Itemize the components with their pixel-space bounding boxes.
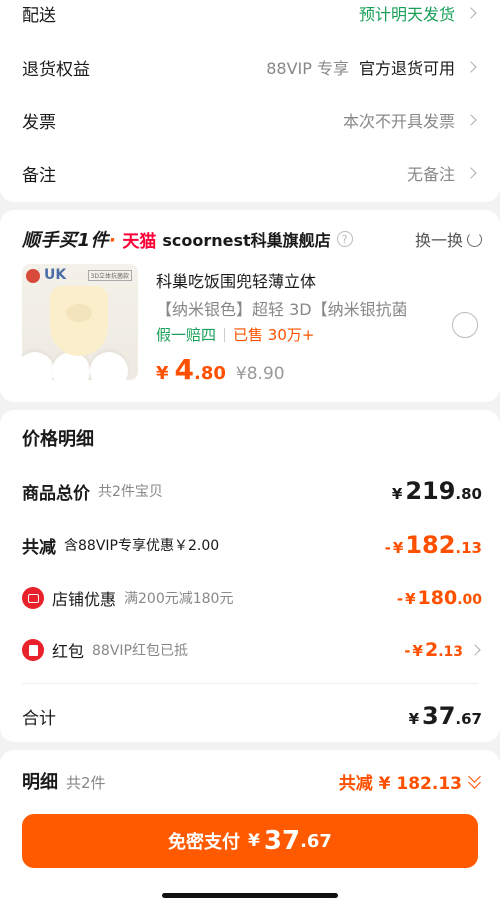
easy-buy-logo: 顺手买1件· [22, 230, 117, 251]
help-icon[interactable]: ? [336, 231, 353, 247]
pay-button[interactable]: 免密支付 ¥ 37 .67 [22, 814, 478, 868]
home-indicator[interactable] [162, 893, 338, 898]
shop-coupon-row[interactable]: 店铺优惠 满200元减180元 - ¥ 180 .00 [22, 586, 482, 610]
total-reduce-price: - ¥ 182 .13 [384, 531, 482, 559]
return-rights-row[interactable]: 退货权益 88VIP 专享 官方退货可用 [22, 52, 478, 82]
detail-toggle[interactable]: 明细 共2件 共减 ¥ 182.13 [22, 768, 482, 794]
note-row[interactable]: 备注 无备注 [22, 158, 478, 188]
goods-total-row: 商品总价 共2件宝贝 ¥ 219 .80 [22, 477, 482, 505]
swap-label: 换一换 [414, 231, 463, 250]
delivery-row[interactable]: 配送 预计明天发货 [22, 0, 478, 28]
guarantee-text: 假一赔四 [156, 326, 217, 344]
chevron-right-icon [465, 7, 477, 19]
sum-price: ¥ 37 .67 [408, 702, 482, 730]
detail-reduce-amount: 共减 ¥ 182.13 [338, 773, 462, 794]
thumb-brand: UK [44, 267, 67, 283]
chevron-right-icon [465, 61, 477, 73]
red-packet-row[interactable]: 红包 88VIP红包已抵 - ¥ 2 .13 [22, 638, 482, 662]
total-reduce-row: 共减 含88VIP专享优惠￥2.00 - ¥ 182 .13 [22, 531, 482, 559]
delivery-value: 预计明天发货 [358, 5, 455, 24]
vip-exclusive-text: 88VIP 专享 [266, 59, 349, 78]
invoice-value: 本次不开具发票 [342, 112, 455, 131]
return-rights-value: 官方退货可用 [358, 59, 455, 78]
price-detail-card [0, 410, 500, 742]
note-label: 备注 [22, 165, 56, 186]
tmall-logo: 天猫 [122, 231, 157, 252]
thumb-tag: 3D立体抗菌款 [87, 270, 132, 281]
invoice-label: 发票 [22, 112, 56, 133]
product-meta: 假一赔四 已售 30万+ [156, 324, 314, 345]
return-rights-label: 退货权益 [22, 59, 90, 80]
goods-total-price: ¥ 219 .80 [391, 477, 482, 505]
sum-row: 合计 ¥ 37 .67 [22, 702, 482, 730]
red-packet-price: - ¥ 2 .13 [404, 639, 463, 661]
product-thumbnail[interactable]: UK 3D立体抗菌款 [22, 264, 138, 380]
shop-name[interactable]: scoornest科巢旗舰店 [162, 227, 330, 251]
coupon-icon [22, 587, 44, 609]
select-product-radio[interactable] [452, 312, 478, 338]
shop-header: 顺手买1件· 天猫 scoornest科巢旗舰店 ? 换一换 [22, 225, 482, 253]
order-options-card: 配送 预计明天发货 退货权益 88VIP 专享 官方退货可用 发票 本次不开具发… [0, 0, 500, 202]
divider [22, 683, 478, 684]
swap-button[interactable]: 换一换 [415, 227, 482, 251]
delivery-label: 配送 [22, 5, 56, 26]
double-chevron-down-icon [468, 773, 482, 789]
original-price: ¥8.90 [235, 364, 285, 384]
price-detail-title: 价格明细 [22, 429, 94, 450]
brand-badge-icon [26, 269, 40, 283]
bib-image [50, 286, 108, 356]
refresh-icon [467, 231, 482, 247]
product-title[interactable]: 科巢吃饭围兜轻薄立体 [156, 268, 316, 292]
chevron-right-icon [469, 644, 481, 656]
chevron-right-icon [465, 114, 477, 126]
product-price: ¥ 4 .80 ¥8.90 [156, 353, 285, 386]
shop-coupon-price: - ¥ 180 .00 [396, 587, 482, 609]
product-spec[interactable]: 【纳米银色】超轻 3D【纳米银抗菌 [156, 296, 406, 320]
chevron-right-icon [465, 167, 477, 179]
note-value: 无备注 [406, 165, 455, 184]
invoice-row[interactable]: 发票 本次不开具发票 [22, 105, 478, 135]
red-packet-icon [22, 639, 44, 661]
sold-count: 已售 30万+ [233, 326, 315, 344]
